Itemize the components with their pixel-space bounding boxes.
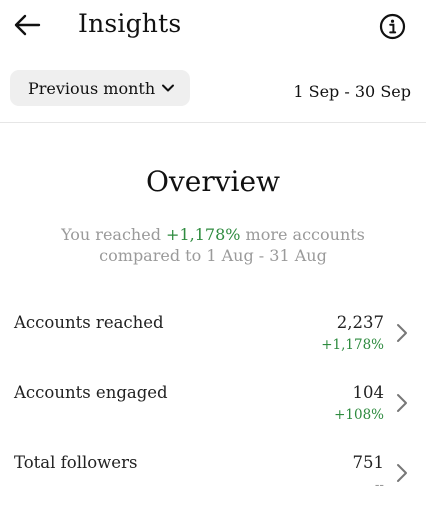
metric-change: +1,178% <box>321 337 384 353</box>
chevron-right-icon <box>397 394 407 412</box>
arrow-left-icon <box>14 14 41 36</box>
summary-line-2: compared to 1 Aug - 31 Aug <box>99 246 327 265</box>
metric-label: Accounts reached <box>14 313 164 332</box>
page-title: Insights <box>78 9 182 38</box>
period-dropdown[interactable]: Previous month <box>10 70 190 106</box>
metric-change: -- <box>374 477 384 493</box>
summary-percent: +1,178% <box>166 225 241 244</box>
metric-value: 751 <box>352 453 385 472</box>
overview-summary: You reached +1,178% more accounts compar… <box>0 224 426 266</box>
period-label: Previous month <box>28 78 156 98</box>
chevron-right-icon <box>397 464 407 482</box>
metric-change: +108% <box>334 407 384 423</box>
divider <box>0 122 426 123</box>
info-button[interactable] <box>378 12 406 40</box>
info-circle-icon <box>379 13 405 39</box>
header-bar: Insights <box>0 0 426 52</box>
summary-line-1: You reached +1,178% more accounts <box>0 224 426 245</box>
metric-accounts-engaged[interactable]: Accounts engaged 104 +108% <box>0 383 426 443</box>
metric-label: Accounts engaged <box>14 383 168 402</box>
metric-accounts-reached[interactable]: Accounts reached 2,237 +1,178% <box>0 313 426 373</box>
summary-prefix: You reached <box>61 225 167 244</box>
back-button[interactable] <box>12 10 42 40</box>
filter-row: Previous month 1 Sep - 30 Sep <box>0 68 426 110</box>
metric-total-followers[interactable]: Total followers 751 -- <box>0 453 426 513</box>
chevron-down-icon <box>161 83 175 93</box>
metric-value: 104 <box>352 383 385 402</box>
metric-label: Total followers <box>14 453 138 472</box>
summary-suffix: more accounts <box>240 225 365 244</box>
overview-title: Overview <box>145 165 281 198</box>
chevron-right-icon <box>397 324 407 342</box>
metric-value: 2,237 <box>336 313 384 332</box>
date-range: 1 Sep - 30 Sep <box>293 82 411 101</box>
